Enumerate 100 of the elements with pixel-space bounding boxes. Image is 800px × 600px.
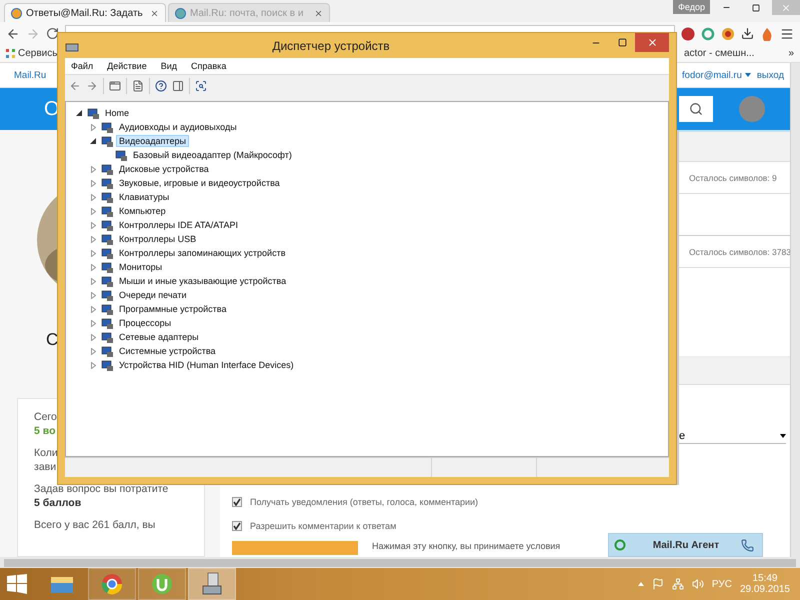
forward-icon[interactable] xyxy=(86,80,98,92)
menu-item[interactable]: Файл xyxy=(71,61,94,71)
start-icon[interactable] xyxy=(6,573,28,595)
menu-item[interactable]: Вид xyxy=(160,61,178,71)
close-icon xyxy=(646,37,658,48)
close-button[interactable] xyxy=(635,33,669,52)
info-text: Задав вопрос вы потратите xyxy=(34,483,170,495)
site-icon xyxy=(11,8,22,18)
scrollbar[interactable] xyxy=(790,63,800,557)
collapsed-arrow-icon[interactable] xyxy=(90,292,96,298)
browser-tab[interactable]: Ответы@Mail.Ru: Задать xyxy=(4,3,166,22)
back-icon[interactable] xyxy=(69,80,81,92)
tree-item[interactable]: Аудиовходы и аудиовыходы xyxy=(116,121,240,133)
collapsed-arrow-icon[interactable] xyxy=(90,222,96,228)
tree-item[interactable]: Контроллеры IDE ATA/ATAPI xyxy=(116,219,241,231)
download-icon[interactable] xyxy=(741,27,754,40)
bookmark[interactable]: actor - смешн... xyxy=(684,48,754,59)
device-icon xyxy=(101,360,113,370)
taskbar-app[interactable] xyxy=(88,568,136,600)
info-text: Коли xyxy=(34,447,59,459)
volume-icon[interactable] xyxy=(692,578,704,590)
option-checkbox[interactable]: Получать уведомления (ответы, голоса, комментарии) xyxy=(232,497,790,507)
close-icon xyxy=(781,2,791,12)
extension-icon[interactable] xyxy=(721,26,735,40)
time-text: 15:49 xyxy=(752,573,778,584)
tree-item[interactable]: Базовый видеоадаптер (Майкрософт) xyxy=(130,149,295,161)
window-icon[interactable] xyxy=(109,80,121,92)
device-icon xyxy=(87,108,99,118)
tree-item[interactable]: Клавиатуры xyxy=(116,191,172,203)
panel-icon[interactable] xyxy=(172,80,184,92)
phone-icon[interactable] xyxy=(741,538,754,552)
device-icon xyxy=(101,346,113,356)
forward-icon[interactable] xyxy=(26,26,40,40)
option-checkbox[interactable]: Разрешить комментарии к ответам xyxy=(232,521,790,531)
menu-item[interactable]: Действие xyxy=(107,61,147,71)
collapsed-arrow-icon[interactable] xyxy=(90,180,96,186)
scrollbar[interactable] xyxy=(0,557,800,568)
more-bookmarks[interactable]: » xyxy=(788,48,794,59)
tree-item[interactable]: Программные устройства xyxy=(116,303,230,315)
collapsed-arrow-icon[interactable] xyxy=(90,362,96,368)
flag-icon[interactable] xyxy=(652,578,664,590)
portal-logo[interactable]: Mail.Ru xyxy=(14,70,46,80)
device-icon xyxy=(101,332,113,342)
expanded-arrow-icon[interactable] xyxy=(90,138,96,144)
reload-icon[interactable] xyxy=(46,27,59,40)
collapsed-arrow-icon[interactable] xyxy=(90,236,96,242)
device-icon xyxy=(101,290,113,300)
tree-item[interactable]: Контроллеры USB xyxy=(116,233,200,245)
search-button[interactable] xyxy=(679,96,713,122)
expanded-arrow-icon[interactable] xyxy=(76,110,82,116)
collapsed-arrow-icon[interactable] xyxy=(90,250,96,256)
collapsed-arrow-icon[interactable] xyxy=(90,166,96,172)
document-icon[interactable] xyxy=(132,80,144,92)
maximize-icon xyxy=(752,4,760,12)
logout-link[interactable]: выход xyxy=(756,70,784,80)
back-icon[interactable] xyxy=(6,26,20,40)
menu-item[interactable]: Справка xyxy=(191,61,226,71)
category-select[interactable]: e xyxy=(679,428,786,444)
help-icon[interactable] xyxy=(155,80,167,92)
collapsed-arrow-icon[interactable] xyxy=(90,264,96,270)
tree-item[interactable]: Очереди печати xyxy=(116,289,190,301)
extension-icon[interactable] xyxy=(681,26,695,40)
collapsed-arrow-icon[interactable] xyxy=(90,194,96,200)
tree-item[interactable]: Видеоадаптеры xyxy=(116,135,189,147)
profile-name: Федор xyxy=(673,0,710,14)
collapsed-arrow-icon[interactable] xyxy=(90,334,96,340)
collapsed-arrow-icon[interactable] xyxy=(90,208,96,214)
tree-item[interactable]: Контроллеры запоминающих устройств xyxy=(116,247,288,259)
checkbox[interactable] xyxy=(232,521,242,531)
taskbar-app[interactable] xyxy=(188,568,236,600)
info-text: 5 баллов xyxy=(34,497,82,509)
collapsed-arrow-icon[interactable] xyxy=(90,278,96,284)
device-icon xyxy=(115,150,127,160)
close-icon[interactable] xyxy=(314,8,323,18)
tree-item[interactable]: Дисковые устройства xyxy=(116,163,212,175)
tree-item[interactable]: Home xyxy=(102,107,132,119)
device-icon xyxy=(101,262,113,272)
close-icon[interactable] xyxy=(150,8,159,18)
extension-icon[interactable] xyxy=(701,26,715,40)
checkbox[interactable] xyxy=(232,497,242,507)
tree-item[interactable]: Мониторы xyxy=(116,261,166,273)
tree-item[interactable]: Компьютер xyxy=(116,205,169,217)
bookmark[interactable]: Сервисы xyxy=(6,48,60,59)
extension-icon[interactable] xyxy=(760,26,774,40)
network-icon[interactable] xyxy=(672,578,684,590)
tree-item[interactable]: Процессоры xyxy=(116,317,174,329)
tree-item[interactable]: Системные устройства xyxy=(116,345,219,357)
scan-icon[interactable] xyxy=(195,80,207,92)
tree-item[interactable]: Звуковые, игровые и видеоустройства xyxy=(116,177,283,189)
collapsed-arrow-icon[interactable] xyxy=(90,320,96,326)
info-text: 5 во xyxy=(34,425,56,437)
collapsed-arrow-icon[interactable] xyxy=(90,348,96,354)
agent-widget[interactable]: Mail.Ru Агент xyxy=(608,533,763,557)
tree-item[interactable]: Сетевые адаптеры xyxy=(116,331,202,343)
collapsed-arrow-icon[interactable] xyxy=(90,124,96,130)
taskbar-app[interactable] xyxy=(138,568,186,600)
tree-item[interactable]: Мыши и иные указывающие устройства xyxy=(116,275,290,287)
tree-item[interactable]: Устройства HID (Human Interface Devices) xyxy=(116,359,297,371)
menu-icon[interactable] xyxy=(780,26,794,40)
collapsed-arrow-icon[interactable] xyxy=(90,306,96,312)
